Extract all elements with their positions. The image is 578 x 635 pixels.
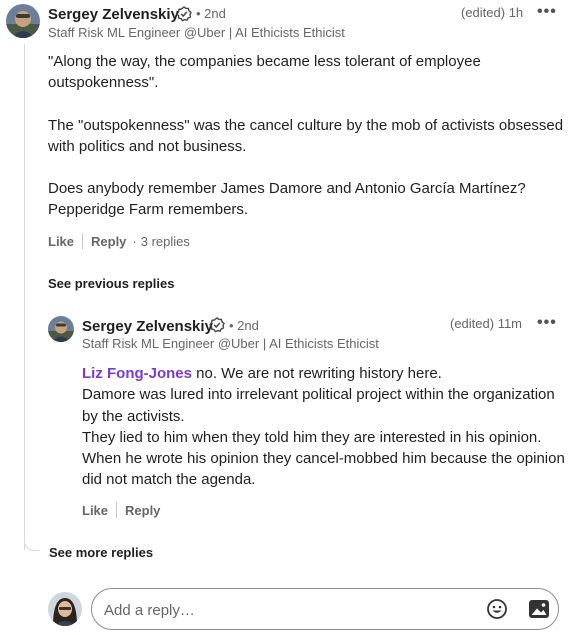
more-options-icon[interactable]: ••• xyxy=(537,314,557,332)
reply-button[interactable]: Reply xyxy=(91,234,126,249)
reply-body: Liz Fong-Jones no. We are not rewriting … xyxy=(82,363,568,491)
comment-body: "Along the way, the companies became les… xyxy=(48,51,568,221)
current-user-avatar xyxy=(48,592,82,626)
reply-author-name[interactable]: Sergey Zelvenskiy xyxy=(82,318,213,335)
connection-degree: • 2nd xyxy=(196,6,226,21)
action-divider xyxy=(82,233,84,249)
image-icon[interactable] xyxy=(528,599,550,619)
like-button[interactable]: Like xyxy=(48,234,74,249)
comment-timestamp: (edited) 1h xyxy=(461,5,524,20)
action-divider xyxy=(116,502,118,518)
reply-actions: Like Reply xyxy=(82,502,160,518)
connection-degree: • 2nd xyxy=(229,318,259,333)
reply-line: When he wrote his opinion they cancel-mo… xyxy=(82,450,565,489)
reply-line: Liz Fong-Jones no. We are not rewriting … xyxy=(82,363,568,384)
comment-paragraph: "Along the way, the companies became les… xyxy=(48,53,481,92)
reply-line: Damore was lured into irrelevant politic… xyxy=(82,386,555,425)
verified-icon xyxy=(209,317,225,333)
replies-count[interactable]: 3 replies xyxy=(141,234,190,249)
reply-input[interactable] xyxy=(102,598,466,622)
reply-author-avatar[interactable] xyxy=(48,316,74,342)
thread-line xyxy=(24,44,25,550)
mention-link[interactable]: Liz Fong-Jones xyxy=(82,365,192,382)
thread-line-end xyxy=(24,530,39,551)
author-headline: Staff Risk ML Engineer @Uber | AI Ethici… xyxy=(48,25,345,40)
reply-author-headline: Staff Risk ML Engineer @Uber | AI Ethici… xyxy=(82,336,379,351)
verified-icon xyxy=(176,6,192,22)
comment-actions: Like Reply · 3 replies xyxy=(48,233,190,249)
reply-timestamp: (edited) 11m xyxy=(450,316,523,331)
like-button[interactable]: Like xyxy=(82,503,108,518)
author-name[interactable]: Sergey Zelvenskiy xyxy=(48,6,179,23)
reply-line-text: no. We are not rewriting history here. xyxy=(192,365,442,382)
reply-composer xyxy=(91,588,559,630)
reply-button[interactable]: Reply xyxy=(125,503,160,518)
emoji-icon[interactable] xyxy=(486,598,508,620)
separator-dot: · xyxy=(132,233,137,249)
reply-line: They lied to him when they told him they… xyxy=(82,428,542,446)
author-avatar[interactable] xyxy=(6,4,40,38)
see-previous-replies-link[interactable]: See previous replies xyxy=(48,276,174,291)
comment-paragraph: Does anybody remember James Damore and A… xyxy=(48,180,526,219)
comment-paragraph: The "outspokenness" was the cancel cultu… xyxy=(48,116,564,155)
more-options-icon[interactable]: ••• xyxy=(537,3,557,21)
see-more-replies-link[interactable]: See more replies xyxy=(49,545,153,560)
